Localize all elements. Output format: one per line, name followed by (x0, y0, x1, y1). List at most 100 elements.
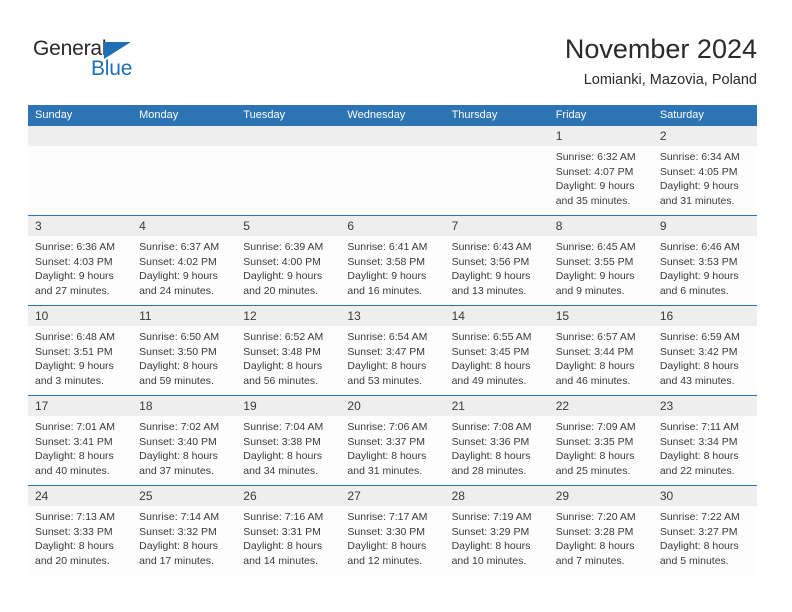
daylight-line-2: and 59 minutes. (139, 374, 214, 387)
day-cell[interactable]: 14 Sunrise: 6:55 AM Sunset: 3:45 PM Dayligh… (444, 306, 549, 395)
day-cell[interactable]: 2 Sunrise: 6:34 AM Sunset: 4:05 PM Daylight… (652, 126, 757, 215)
day-cell[interactable]: 11 Sunrise: 6:50 AM Sunset: 3:50 PM Dayligh… (132, 306, 237, 395)
day-cell[interactable]: 7 Sunrise: 6:43 AM Sunset: 3:56 PM Daylight… (444, 216, 549, 305)
day-number: 10 (35, 309, 49, 323)
daylight-line-2: and 35 minutes. (555, 194, 631, 207)
sunrise-time: Sunrise: 6:34 AM (659, 151, 740, 163)
day-cell[interactable]: 19 Sunrise: 7:04 AM Sunset: 3:38 PM Dayligh… (236, 396, 341, 485)
day-cell[interactable]: 10 Sunrise: 6:48 AM Sunset: 3:51 PM Dayligh… (28, 306, 133, 395)
daylight-line-1: Daylight: 9 hours (451, 270, 531, 283)
day-cell[interactable]: 20 Sunrise: 7:06 AM Sunset: 3:37 PM Dayligh… (340, 396, 445, 485)
day-cell[interactable]: 24 Sunrise: 7:13 AM Sunset: 3:33 PM Dayligh… (28, 486, 133, 575)
sunrise-time: Sunrise: 7:20 AM (555, 511, 636, 523)
day-sun-info: Sunrise: 6:50 AM Sunset: 3:50 PM Daylight:… (132, 326, 236, 394)
daylight-line-1: Daylight: 8 hours (451, 360, 531, 373)
daylight-line-1: Daylight: 8 hours (555, 450, 635, 463)
day-number: 16 (659, 309, 674, 323)
day-sun-info: Sunrise: 6:54 AM Sunset: 3:47 PM Daylight:… (340, 326, 444, 394)
sunset-time: Sunset: 3:51 PM (35, 345, 113, 358)
daylight-line-2: and 13 minutes. (451, 284, 527, 297)
day-cell[interactable]: 8 Sunrise: 6:45 AM Sunset: 3:55 PM Daylight… (548, 216, 653, 305)
day-cell[interactable]: 15 Sunrise: 6:57 AM Sunset: 3:44 PM Dayligh… (548, 306, 653, 395)
sunrise-time: Sunrise: 6:54 AM (347, 331, 428, 343)
daylight-line-2: and 3 minutes. (35, 374, 104, 387)
day-number: 25 (139, 489, 153, 503)
day-cell[interactable]: 23 Sunrise: 7:11 AM Sunset: 3:34 PM Dayligh… (652, 396, 757, 485)
day-cell[interactable]: 1 Sunrise: 6:32 AM Sunset: 4:07 PM Daylight… (548, 126, 653, 215)
sunset-time: Sunset: 3:48 PM (243, 345, 321, 358)
day-cell[interactable]: 16 Sunrise: 6:59 AM Sunset: 3:42 PM Dayligh… (652, 306, 757, 395)
calendar-week-row: 10 Sunrise: 6:48 AM Sunset: 3:51 PM Dayligh… (28, 306, 757, 396)
daylight-line-1: Daylight: 9 hours (555, 180, 635, 193)
day-sun-info: Sunrise: 7:20 AM Sunset: 3:28 PM Daylight:… (549, 506, 653, 574)
day-number-band: 27 (340, 486, 445, 506)
sunset-time: Sunset: 3:41 PM (35, 435, 113, 448)
day-number-band: 25 (132, 486, 237, 506)
day-cell[interactable]: 13 Sunrise: 6:54 AM Sunset: 3:47 PM Dayligh… (340, 306, 445, 395)
daylight-line-1: Daylight: 8 hours (139, 540, 218, 553)
day-cell[interactable]: 26 Sunrise: 7:16 AM Sunset: 3:31 PM Dayligh… (236, 486, 341, 575)
daylight-line-1: Daylight: 8 hours (35, 540, 114, 553)
day-cell[interactable]: 4 Sunrise: 6:37 AM Sunset: 4:02 PM Daylight… (132, 216, 237, 305)
calendar-week-row: 1 Sunrise: 6:32 AM Sunset: 4:07 PM Daylight… (28, 126, 757, 216)
day-cell[interactable]: 21 Sunrise: 7:08 AM Sunset: 3:36 PM Dayligh… (444, 396, 549, 485)
day-sun-info: Sunrise: 7:19 AM Sunset: 3:29 PM Daylight:… (445, 506, 549, 574)
day-cell[interactable]: 27 Sunrise: 7:17 AM Sunset: 3:30 PM Dayligh… (340, 486, 445, 575)
day-sun-info: Sunrise: 7:17 AM Sunset: 3:30 PM Daylight:… (340, 506, 444, 574)
daylight-line-1: Daylight: 9 hours (243, 270, 323, 283)
page-title: November 2024 (564, 34, 757, 64)
weekday-header-row: Sunday Monday Tuesday Wednesday Thursday… (28, 105, 757, 126)
day-number-band: 22 (548, 396, 653, 416)
day-cell[interactable]: 28 Sunrise: 7:19 AM Sunset: 3:29 PM Dayligh… (444, 486, 549, 575)
day-number: 23 (659, 399, 674, 413)
day-sun-info: Sunrise: 7:02 AM Sunset: 3:40 PM Daylight:… (132, 416, 236, 484)
sunset-time: Sunset: 3:37 PM (347, 435, 426, 448)
general-blue-logo[interactable]: General Blue (33, 38, 213, 84)
daylight-line-1: Daylight: 8 hours (555, 360, 635, 373)
sunset-time: Sunset: 3:56 PM (451, 255, 530, 268)
calendar-page: General Blue November 2024 Lomianki, Maz… (0, 0, 792, 612)
day-sun-info: Sunrise: 6:37 AM Sunset: 4:02 PM Daylight:… (132, 236, 236, 304)
day-sun-info: Sunrise: 6:59 AM Sunset: 3:42 PM Daylight:… (653, 326, 757, 394)
sunset-time: Sunset: 4:00 PM (243, 255, 321, 268)
day-number-band: 1 (548, 126, 653, 146)
day-sun-info: Sunrise: 6:32 AM Sunset: 4:07 PM Daylight:… (549, 146, 653, 214)
sunrise-time: Sunrise: 6:48 AM (35, 331, 115, 343)
day-number: 2 (659, 129, 667, 143)
sunset-time: Sunset: 3:45 PM (451, 345, 530, 358)
sunrise-time: Sunrise: 7:11 AM (659, 421, 740, 433)
sunrise-time: Sunrise: 7:19 AM (451, 511, 532, 523)
daylight-line-1: Daylight: 8 hours (35, 450, 114, 463)
day-cell[interactable]: 6 Sunrise: 6:41 AM Sunset: 3:58 PM Daylight… (340, 216, 445, 305)
sunset-time: Sunset: 3:34 PM (659, 435, 738, 448)
daylight-line-2: and 6 minutes. (659, 284, 729, 297)
weekday-header-monday: Monday (139, 109, 179, 121)
daylight-line-2: and 53 minutes. (347, 374, 423, 387)
day-cell[interactable]: 17 Sunrise: 7:01 AM Sunset: 3:41 PM Dayligh… (28, 396, 133, 485)
sunset-time: Sunset: 3:53 PM (659, 255, 738, 268)
daylight-line-2: and 28 minutes. (451, 464, 527, 477)
sunrise-time: Sunrise: 7:06 AM (347, 421, 428, 433)
day-cell[interactable]: 3 Sunrise: 6:36 AM Sunset: 4:03 PM Daylight… (28, 216, 133, 305)
day-cell[interactable]: 29 Sunrise: 7:20 AM Sunset: 3:28 PM Dayligh… (548, 486, 653, 575)
day-sun-info: Sunrise: 7:01 AM Sunset: 3:41 PM Daylight:… (28, 416, 132, 484)
day-sun-info: Sunrise: 6:45 AM Sunset: 3:55 PM Daylight:… (549, 236, 653, 304)
day-cell[interactable]: 25 Sunrise: 7:14 AM Sunset: 3:32 PM Dayligh… (132, 486, 237, 575)
sunrise-time: Sunrise: 6:59 AM (659, 331, 740, 343)
daylight-line-1: Daylight: 8 hours (451, 450, 531, 463)
sunrise-time: Sunrise: 7:08 AM (451, 421, 532, 433)
day-cell[interactable]: 18 Sunrise: 7:02 AM Sunset: 3:40 PM Dayligh… (132, 396, 237, 485)
day-number-band: 9 (652, 216, 757, 236)
sunset-time: Sunset: 4:05 PM (659, 165, 738, 178)
day-cell[interactable]: 22 Sunrise: 7:09 AM Sunset: 3:35 PM Dayligh… (548, 396, 653, 485)
day-number: 20 (347, 399, 361, 413)
day-sun-info: Sunrise: 6:48 AM Sunset: 3:51 PM Daylight:… (28, 326, 132, 394)
day-cell[interactable]: 12 Sunrise: 6:52 AM Sunset: 3:48 PM Dayligh… (236, 306, 341, 395)
day-cell[interactable]: 5 Sunrise: 6:39 AM Sunset: 4:00 PM Daylight… (236, 216, 341, 305)
daylight-line-1: Daylight: 9 hours (659, 270, 739, 283)
sunset-time: Sunset: 3:47 PM (347, 345, 426, 358)
day-cell[interactable]: 9 Sunrise: 6:46 AM Sunset: 3:53 PM Daylight… (652, 216, 757, 305)
sunset-time: Sunset: 3:28 PM (555, 525, 634, 538)
daylight-line-2: and 20 minutes. (35, 554, 110, 567)
day-cell[interactable]: 30 Sunrise: 7:22 AM Sunset: 3:27 PM Dayligh… (652, 486, 757, 575)
